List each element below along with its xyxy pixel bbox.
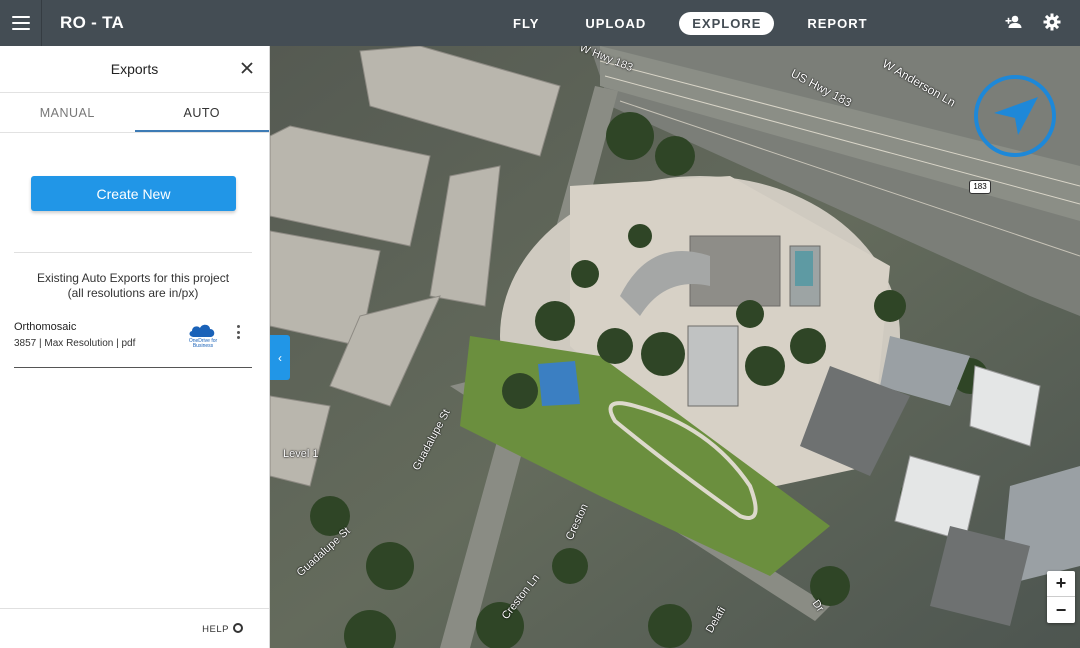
close-icon[interactable] xyxy=(239,60,255,76)
create-new-button[interactable]: Create New xyxy=(31,176,236,211)
menu-button[interactable] xyxy=(0,0,42,46)
export-meta: 3857 | Max Resolution | pdf xyxy=(14,338,136,349)
nav-fly[interactable]: FLY xyxy=(500,12,552,35)
onedrive-label: OneDrive for Business xyxy=(188,338,218,349)
zoom-in-button[interactable]: + xyxy=(1047,571,1075,597)
more-options-icon[interactable] xyxy=(234,325,242,343)
menu-icon xyxy=(11,16,30,30)
panel-header: Exports xyxy=(0,46,269,93)
tab-manual[interactable]: MANUAL xyxy=(0,93,135,132)
level-label: Level 1 xyxy=(283,448,319,460)
nav-upload[interactable]: UPLOAD xyxy=(572,12,659,35)
project-title: RO - TA xyxy=(60,13,125,32)
lifebuoy-icon xyxy=(233,623,243,636)
export-name: Orthomosaic xyxy=(14,321,77,333)
panel-title: Exports xyxy=(110,61,159,77)
zoom-controls: + − xyxy=(1047,571,1075,623)
compass-icon[interactable] xyxy=(972,73,1058,159)
top-icons xyxy=(1004,12,1062,32)
nav-explore[interactable]: EXPLORE xyxy=(679,12,775,35)
top-bar: RO - TA FLY UPLOAD EXPLORE REPORT xyxy=(0,0,1080,46)
zoom-out-button[interactable]: − xyxy=(1047,597,1075,623)
existing-exports-line2: (all resolutions are in/px) xyxy=(67,286,199,300)
collapse-panel-button[interactable]: ‹ xyxy=(270,335,290,380)
tab-auto[interactable]: AUTO xyxy=(134,93,269,132)
exports-panel: Exports MANUAL AUTO Create New Existing … xyxy=(0,46,270,648)
gear-icon[interactable] xyxy=(1042,12,1062,32)
divider xyxy=(14,252,252,253)
panel-footer: HELP xyxy=(0,608,269,648)
chevron-left-icon: ‹ xyxy=(278,350,282,365)
export-tabs: MANUAL AUTO xyxy=(0,93,269,133)
help-link[interactable]: HELP xyxy=(202,623,243,636)
export-item[interactable]: Orthomosaic 3857 | Max Resolution | pdf … xyxy=(14,318,252,368)
route-shield-183: 183 xyxy=(969,180,991,194)
help-label: HELP xyxy=(202,624,229,635)
map-view[interactable]: W Hwy 183 US Hwy 183 W Anderson Ln Guada… xyxy=(270,46,1080,648)
existing-exports-line1: Existing Auto Exports for this project xyxy=(36,271,230,285)
nav-report[interactable]: REPORT xyxy=(794,12,880,35)
existing-exports-heading: Existing Auto Exports for this project (… xyxy=(14,271,252,301)
team-icon[interactable] xyxy=(1004,12,1024,32)
satellite-imagery xyxy=(270,46,1080,648)
main-nav: FLY UPLOAD EXPLORE REPORT xyxy=(500,12,901,35)
